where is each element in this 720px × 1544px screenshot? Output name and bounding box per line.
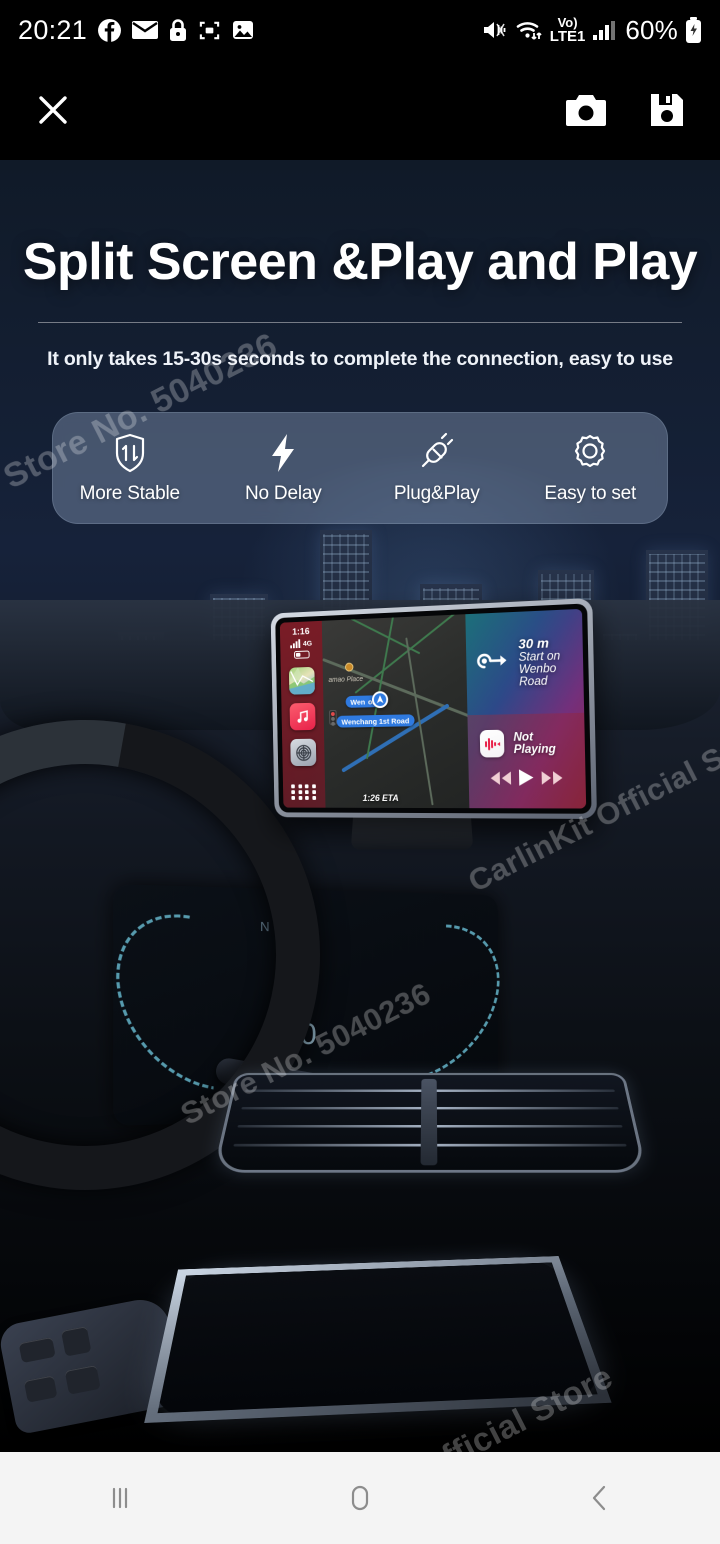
traffic-signal-icon	[329, 710, 337, 726]
map-road-label: Wenchang 1st Road	[336, 714, 415, 728]
system-navigation-bar	[0, 1452, 720, 1544]
feature-easy-to-set[interactable]: Easy to set	[514, 413, 668, 523]
screenshot-icon	[198, 19, 221, 42]
save-icon[interactable]	[648, 91, 686, 129]
carplay-battery-icon	[293, 650, 310, 659]
navigation-line2: Wenbo Road	[518, 663, 557, 689]
feature-more-stable[interactable]: More Stable	[53, 413, 207, 523]
feature-label: More Stable	[79, 482, 180, 504]
navigation-text: 30 m Start on Wenbo Road	[518, 635, 573, 689]
plug-icon	[415, 432, 459, 474]
carplay-network: 4G	[302, 638, 313, 648]
navigation-puck	[371, 691, 389, 709]
page-title: Split Screen &Play and Play	[22, 233, 698, 291]
lightning-bolt-icon	[263, 432, 303, 474]
air-vents	[212, 1072, 648, 1173]
settings-app-icon[interactable]	[290, 738, 317, 767]
feature-plug-play[interactable]: Plug&Play	[360, 413, 514, 523]
turn-arrow-icon	[476, 649, 511, 678]
carplay-signal: 4G	[290, 639, 312, 649]
top-toolbar	[0, 60, 720, 160]
status-time: 20:21	[18, 14, 88, 45]
mute-icon	[482, 19, 508, 41]
status-bar-left: 20:21	[18, 15, 255, 46]
battery-percent: 60%	[625, 14, 678, 45]
lock-icon	[168, 18, 188, 43]
maps-app-icon[interactable]	[288, 666, 315, 695]
carplay-sidebar: 1:16 4G	[279, 620, 326, 808]
close-icon[interactable]	[34, 91, 72, 129]
carplay-media-card[interactable]: Not Playing	[467, 712, 587, 809]
shield-transfer-icon	[110, 432, 150, 474]
recents-button[interactable]	[0, 1480, 240, 1516]
map-poi-label: amao Place	[328, 675, 364, 684]
advertisement-image: Split Screen &Play and Play It only take…	[0, 160, 720, 1452]
phone-screen: 20:21 Vo) LTE1 60% Split Screen &Play an…	[0, 0, 720, 1544]
back-button[interactable]	[480, 1480, 720, 1516]
feature-bar: More Stable No Delay Plug&Play Easy to s…	[52, 412, 668, 524]
title-divider	[38, 322, 682, 323]
gallery-icon	[231, 18, 255, 42]
battery-charging-icon	[685, 17, 702, 43]
screen-stand	[350, 815, 474, 850]
center-console-tray	[144, 1256, 612, 1423]
status-bar: 20:21 Vo) LTE1 60%	[0, 0, 720, 60]
email-icon	[132, 20, 159, 40]
carplay-map[interactable]: amao Place Wen oad Wenchang 1st Road 1:2…	[321, 614, 470, 809]
carplay-screen: 1:16 4G amao Place Wen oad Wenchang 1st …	[279, 608, 587, 809]
carplay-time: 1:16	[292, 626, 310, 638]
wifi-icon	[515, 18, 543, 42]
rewind-button[interactable]	[490, 770, 513, 790]
carplay-display: 1:16 4G amao Place Wen oad Wenchang 1st …	[270, 597, 598, 819]
music-app-icon[interactable]	[289, 702, 316, 731]
feature-no-delay[interactable]: No Delay	[207, 413, 361, 523]
apps-grid-icon[interactable]	[291, 784, 317, 800]
facebook-icon	[97, 18, 122, 43]
page-subtitle: It only takes 15-30s seconds to complete…	[47, 348, 673, 370]
media-controls	[481, 768, 574, 792]
play-button[interactable]	[518, 769, 535, 793]
feature-label: Plug&Play	[393, 482, 480, 504]
home-button[interactable]	[240, 1480, 480, 1516]
carplay-navigation-card[interactable]: 30 m Start on Wenbo Road	[465, 608, 585, 715]
feature-label: Easy to set	[544, 482, 637, 504]
fast-forward-button[interactable]	[541, 770, 564, 791]
map-eta-label: 1:26 ETA	[362, 793, 399, 803]
feature-label: No Delay	[244, 482, 322, 504]
volte-icon: Vo) LTE1	[550, 16, 586, 44]
media-title: Not Playing	[513, 731, 556, 757]
camera-icon[interactable]	[564, 91, 608, 129]
status-bar-right: Vo) LTE1 60%	[482, 15, 702, 46]
toolbar-actions	[564, 91, 686, 129]
network-label: LTE1	[549, 28, 586, 45]
signal-icon	[592, 19, 618, 41]
music-app-icon[interactable]	[479, 730, 505, 758]
media-info-row: Not Playing	[479, 729, 573, 758]
gear-icon	[569, 432, 611, 474]
